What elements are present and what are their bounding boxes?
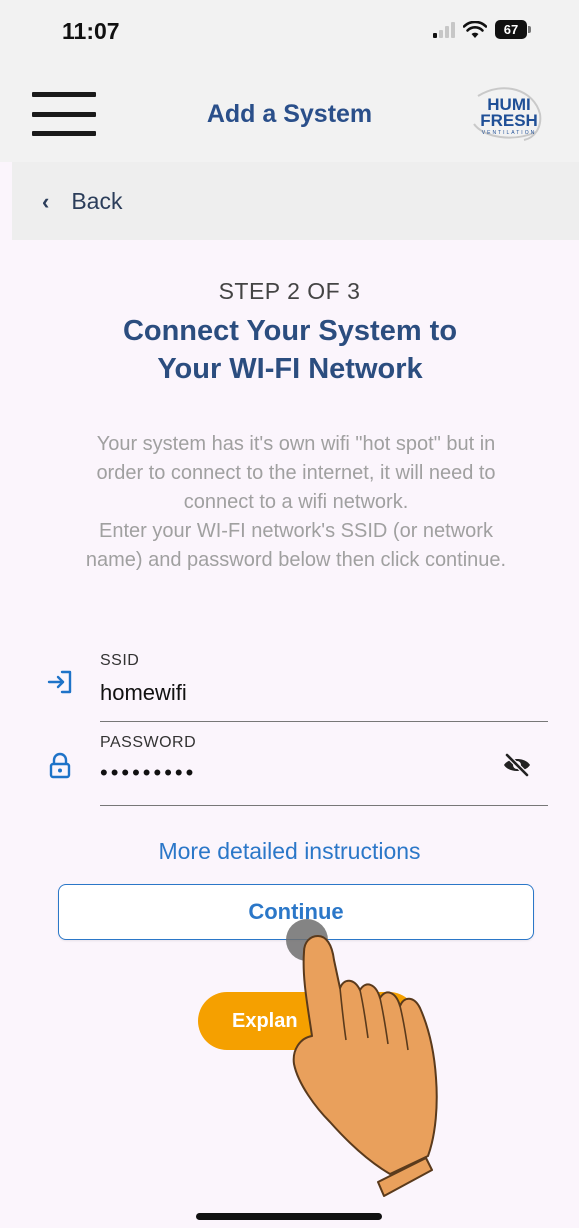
cellular-signal-icon bbox=[433, 21, 455, 38]
description-line: Enter your WI-FI network's SSID (or netw… bbox=[99, 520, 493, 542]
ssid-input[interactable]: homewifi bbox=[100, 680, 187, 706]
section-heading: Connect Your System to Your WI-FI Networ… bbox=[60, 312, 520, 388]
status-bar: 11:07 67 bbox=[0, 0, 579, 70]
heading-line-2: Your WI-FI Network bbox=[157, 353, 423, 385]
back-button[interactable]: ‹ Back bbox=[42, 188, 122, 215]
battery-icon: 67 bbox=[495, 20, 531, 39]
battery-level: 67 bbox=[503, 22, 519, 37]
password-underline bbox=[100, 805, 548, 806]
app-screen: 11:07 67 Add a System HUMI FRESH VENTILA… bbox=[0, 0, 579, 1228]
humifresh-logo: HUMI FRESH VENTILATION bbox=[473, 87, 542, 141]
description-line: name) and password below then click cont… bbox=[85, 549, 507, 571]
eye-off-icon[interactable] bbox=[502, 752, 532, 778]
ssid-field[interactable]: SSID homewifi bbox=[42, 648, 548, 722]
back-label: Back bbox=[71, 188, 123, 214]
ssid-label: SSID bbox=[100, 652, 140, 669]
wifi-icon bbox=[463, 20, 487, 38]
chevron-left-icon: ‹ bbox=[42, 188, 50, 214]
logo-line2: FRESH bbox=[480, 111, 538, 130]
app-bar: Add a System HUMI FRESH VENTILATION bbox=[0, 70, 579, 162]
status-time: 11:07 bbox=[62, 18, 120, 44]
password-label: PASSWORD bbox=[100, 734, 197, 751]
ssid-underline bbox=[100, 721, 548, 722]
instructions-text: Your system has it's own wifi "hot spot"… bbox=[46, 430, 546, 575]
logo-tagline: VENTILATION bbox=[482, 130, 536, 136]
step-indicator: STEP 2 OF 3 bbox=[218, 278, 361, 304]
description-line: connect to a wifi network. bbox=[183, 491, 409, 513]
lock-icon bbox=[49, 752, 71, 779]
description-line: Your system has it's own wifi "hot spot"… bbox=[96, 433, 496, 455]
home-indicator[interactable] bbox=[196, 1213, 382, 1220]
detailed-instructions-link[interactable]: More detailed instructions bbox=[0, 838, 579, 865]
pointing-hand-icon bbox=[286, 919, 438, 1197]
login-arrow-icon bbox=[47, 670, 72, 694]
heading-line-1: Connect Your System to bbox=[122, 315, 458, 347]
back-row: ‹ Back bbox=[12, 162, 579, 240]
password-field[interactable]: PASSWORD ••••••••• bbox=[42, 730, 548, 806]
password-input[interactable]: ••••••••• bbox=[100, 760, 196, 786]
description-line: order to connect to the internet, it wil… bbox=[96, 462, 496, 484]
status-icons: 67 bbox=[433, 20, 531, 39]
